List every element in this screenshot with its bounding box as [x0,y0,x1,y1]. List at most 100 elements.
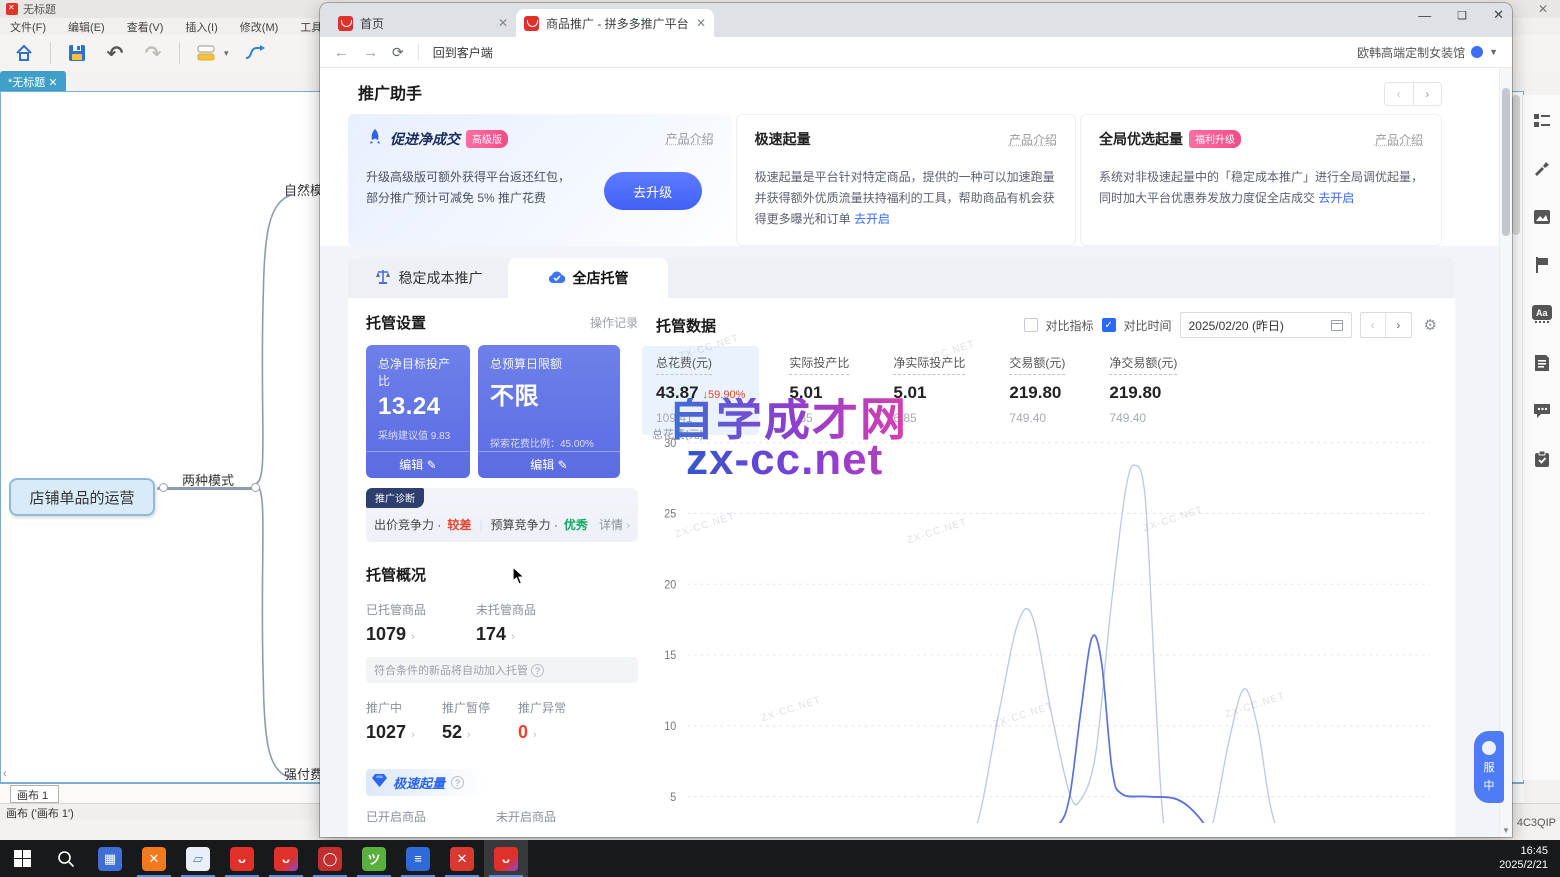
browser-tab-promotion[interactable]: 商品推广 - 拼多多推广平台 ✕ [516,9,714,37]
relationship-icon[interactable] [243,41,267,65]
app-calculator[interactable]: ▦ [88,840,132,877]
spend-line-chart[interactable]: 51015202530 [650,430,1437,823]
scrollbar-thumb[interactable] [1502,88,1510,236]
format-brush-icon[interactable] [1533,160,1551,178]
compare-date-input[interactable]: 2025/02/20 (昨日) [1180,312,1352,338]
open-link[interactable]: 去开启 [854,212,890,226]
maximize-icon[interactable]: ❑ [1457,9,1467,22]
mindmap-child-bottom[interactable]: 强付费 [284,764,323,783]
back-icon[interactable]: ← [334,44,349,61]
chevron-down-icon: ▼ [1489,47,1498,57]
menu-edit[interactable]: 编辑(E) [68,19,105,35]
info-icon[interactable]: ? [451,776,464,789]
xmind-close-icon[interactable]: ✕ [1532,2,1554,16]
redo-icon: ↷ [141,41,165,65]
open-link[interactable]: 去开启 [1318,191,1354,205]
home-icon[interactable] [12,41,36,65]
menu-view[interactable]: 查看(V) [127,19,164,35]
spend-chart-area: 总花费(元) 51015202530 [650,430,1437,823]
back-to-client-link[interactable]: 回到客户端 [433,44,493,61]
paused-stat[interactable]: 推广暂停 52 › [442,699,518,743]
save-icon[interactable] [65,41,89,65]
xmind-document-tab[interactable]: *无标题 ✕ [0,71,66,91]
topic-shape-caret-icon[interactable]: ▾ [224,48,229,59]
diagnosis-detail-link[interactable]: 详情 › [599,516,630,533]
upgrade-button[interactable]: 去升级 [604,172,702,210]
edit-roi-button[interactable]: 编辑 ✎ [366,451,470,478]
tab-close-icon[interactable]: ✕ [696,16,706,30]
menu-file[interactable]: 文件(F) [10,19,46,35]
comment-panel-icon[interactable] [1533,403,1551,419]
start-button[interactable] [0,840,44,877]
app-green[interactable]: ツ [352,840,396,877]
info-icon[interactable]: ? [531,664,544,677]
app-orange-tool[interactable]: ✕ [132,840,176,877]
metric-transaction-amount[interactable]: 交易额(元) 219.80 749.40 [1009,354,1065,425]
topic-shape-icon[interactable] [194,41,218,65]
app-blue-docs[interactable]: ≡ [396,840,440,877]
tab-full-hosting[interactable]: 全店托管 [508,258,668,298]
collapse-handle-icon[interactable] [159,483,168,492]
product-intro-link[interactable]: 产品介绍 [1375,131,1423,148]
app-red-ring[interactable]: ◯ [308,840,352,877]
metric-net-actual-roi[interactable]: 净实际投产比 5.01 6.85 [893,354,965,425]
scrollbar-down-icon[interactable]: ▼ [1502,826,1510,835]
daily-budget-card: 总预算日限额 不限 探索花费比例：45.00% 编辑 ✎ [478,345,620,478]
search-button[interactable] [44,840,88,877]
menu-modify[interactable]: 修改(M) [240,19,279,35]
canvas-scroll-left-icon[interactable]: ‹ [3,768,7,780]
metric-total-spend[interactable]: 总花费(元) 43.87↓59.90% 109.41 [642,346,759,435]
edit-budget-button[interactable]: 编辑 ✎ [478,451,620,478]
marker-flag-icon[interactable] [1534,256,1550,274]
taskbar-clock[interactable]: 16:45 2025/2/21 [1499,840,1560,877]
app-pdd-promotion[interactable]: ᴗ [264,840,308,877]
task-clipboard-icon[interactable] [1534,450,1550,468]
page-scrollbar[interactable]: ▼ [1499,68,1512,837]
hosted-products-stat[interactable]: 已托管商品 1079 › [366,601,476,645]
undo-icon[interactable]: ↶ [103,41,127,65]
canvas-vertical-scrollbar[interactable] [1512,95,1520,235]
browser-tab-home[interactable]: 首页 ✕ [330,9,516,37]
reload-icon[interactable]: ⟳ [392,44,404,61]
shop-account[interactable]: 欧韩高端定制女装馆 ▼ [1357,44,1498,61]
mindmap-root-topic[interactable]: 店铺单品的运营 [9,478,155,516]
doc-tab-close-icon[interactable]: ✕ [48,77,57,89]
tab-stable-cost[interactable]: 稳定成本推广 [348,258,508,298]
app-pdd-promotion-active[interactable]: ᴗ [484,840,528,877]
metric-net-transaction-amount[interactable]: 净交易额(元) 219.80 749.40 [1109,354,1177,425]
service-center-widget[interactable]: 服 中 [1474,731,1504,803]
product-intro-link[interactable]: 产品介绍 [1009,131,1057,148]
app-pinduoduo[interactable]: ᴗ [220,840,264,877]
menu-insert[interactable]: 插入(I) [185,19,217,35]
date-prev-icon[interactable]: ‹ [1361,313,1386,337]
toolbar-separator [179,42,180,64]
promoting-stat[interactable]: 推广中 1027 › [366,699,442,743]
notes-panel-icon[interactable] [1534,354,1550,372]
font-style-icon[interactable]: Aa [1532,305,1552,323]
speed-boost-section: 极速起量 ? 已开启商品 未开启商品 [366,769,638,825]
canvas-tab[interactable]: 画布 1 [10,785,59,803]
compare-time-checkbox[interactable]: ✓ [1102,318,1116,332]
headset-icon [1482,741,1496,755]
close-icon[interactable]: ✕ [1493,7,1504,23]
unhosted-products-stat[interactable]: 未托管商品 174 › [476,601,586,645]
pager-prev-icon[interactable]: ‹ [1385,83,1413,105]
app-notepad[interactable]: ▱ [176,840,220,877]
minimize-icon[interactable]: — [1418,8,1431,23]
card-global-optimize: 全局优选起量 福利升级 产品介绍 系统对非极速起量中的「稳定成本推广」进行全局调… [1080,114,1442,246]
date-next-icon[interactable]: › [1385,313,1411,337]
abnormal-stat[interactable]: 推广异常 0 › [518,699,594,743]
forward-icon[interactable]: → [363,44,378,61]
image-panel-icon[interactable] [1533,209,1551,225]
chevron-right-icon: › [533,729,537,741]
pager-next-icon[interactable]: › [1413,83,1442,105]
operation-log-link[interactable]: 操作记录 [590,314,638,331]
outline-panel-icon[interactable] [1533,113,1551,129]
gear-icon[interactable]: ⚙ [1424,316,1437,334]
app-xmind[interactable]: ✕ [440,840,484,877]
product-intro-link[interactable]: 产品介绍 [666,130,714,147]
collapse-handle-icon[interactable] [251,483,260,492]
tab-close-icon[interactable]: ✕ [498,16,508,30]
compare-metric-checkbox[interactable] [1024,318,1038,332]
metric-actual-roi[interactable]: 实际投产比 5.01 6.85 [789,354,849,425]
